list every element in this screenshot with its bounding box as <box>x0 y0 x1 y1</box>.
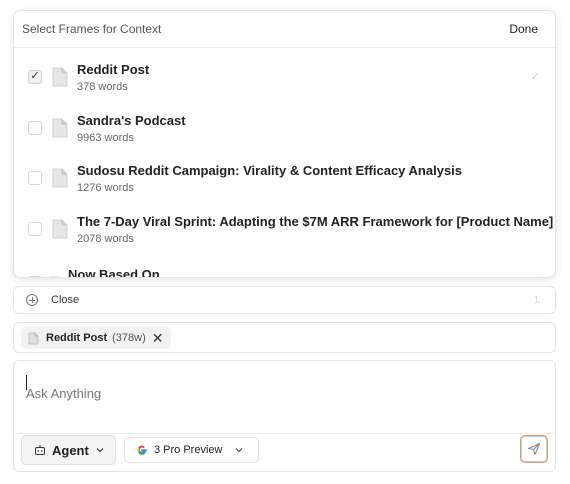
frame-name: Sudosu Reddit Campaign: Virality & Conte… <box>77 163 463 178</box>
done-button[interactable]: Done <box>509 22 538 36</box>
frame-checkbox[interactable] <box>28 171 42 185</box>
frame-item[interactable]: Sandra's Podcast 9963 words <box>14 99 555 149</box>
document-icon <box>52 118 68 138</box>
plus-circle-icon <box>26 294 38 306</box>
frame-checkbox[interactable] <box>28 121 42 135</box>
model-selector[interactable]: 3 Pro Preview <box>124 437 259 463</box>
close-label: Close <box>51 294 80 306</box>
chevron-down-icon <box>236 448 243 453</box>
chevron-down-icon <box>96 448 104 453</box>
checkmark-icon: ✓ <box>30 70 40 82</box>
composer: Agent 3 Pro Preview <box>13 360 556 472</box>
composer-divider <box>14 433 555 434</box>
document-icon <box>50 276 61 277</box>
send-button[interactable] <box>520 435 548 463</box>
context-chip[interactable]: Reddit Post (378w) ✕ <box>21 327 172 349</box>
frame-name: Now Based On <box>68 267 160 278</box>
frame-word-count: 9963 words <box>77 132 134 144</box>
frame-name: The 7-Day Viral Sprint: Adapting the $7M… <box>77 214 554 229</box>
text-cursor <box>26 375 27 390</box>
send-icon <box>527 442 541 456</box>
frame-item-partial[interactable]: Now Based On <box>14 249 555 278</box>
popover-title: Select Frames for Context <box>22 22 162 36</box>
frame-checkbox[interactable]: ✓ <box>28 70 42 84</box>
selected-check-icon: ✓ <box>530 71 540 83</box>
frame-item[interactable]: ✓ Reddit Post 378 words ✓ <box>14 48 555 98</box>
document-icon <box>52 219 68 239</box>
frame-item[interactable]: The 7-Day Viral Sprint: Adapting the $7M… <box>14 200 555 250</box>
document-icon <box>28 332 39 344</box>
frame-name: Reddit Post <box>77 62 150 77</box>
frame-checkbox[interactable] <box>28 222 42 236</box>
frame-word-count: 378 words <box>77 81 128 93</box>
google-g-icon <box>137 445 147 455</box>
frame-word-count: 2078 words <box>77 233 134 245</box>
document-icon <box>52 168 68 188</box>
ask-input[interactable] <box>24 369 548 417</box>
popover-header: Select Frames for Context Done <box>14 11 555 48</box>
frame-name: Sandra's Podcast <box>77 113 186 128</box>
close-count: 1 <box>533 294 539 306</box>
close-row[interactable]: Close 1 <box>13 286 556 314</box>
frame-selector-popover: Select Frames for Context Done ✓ Reddit … <box>13 10 556 278</box>
frame-item[interactable]: Sudosu Reddit Campaign: Virality & Conte… <box>14 149 555 199</box>
document-icon <box>52 67 68 87</box>
agent-mode-button[interactable]: Agent <box>21 435 116 465</box>
app-root: Select Frames for Context Done ✓ Reddit … <box>0 0 570 484</box>
robot-icon <box>35 445 45 455</box>
chip-name: Reddit Post <box>46 332 108 344</box>
model-label: 3 Pro Preview <box>154 444 223 456</box>
frame-word-count: 1276 words <box>77 182 134 194</box>
chip-word-count: (378w) <box>112 332 146 344</box>
frame-checkbox[interactable] <box>28 276 42 277</box>
close-x-icon[interactable]: ✕ <box>152 331 164 345</box>
context-chip-row: Reddit Post (378w) ✕ <box>13 322 556 353</box>
agent-label: Agent <box>52 442 89 458</box>
